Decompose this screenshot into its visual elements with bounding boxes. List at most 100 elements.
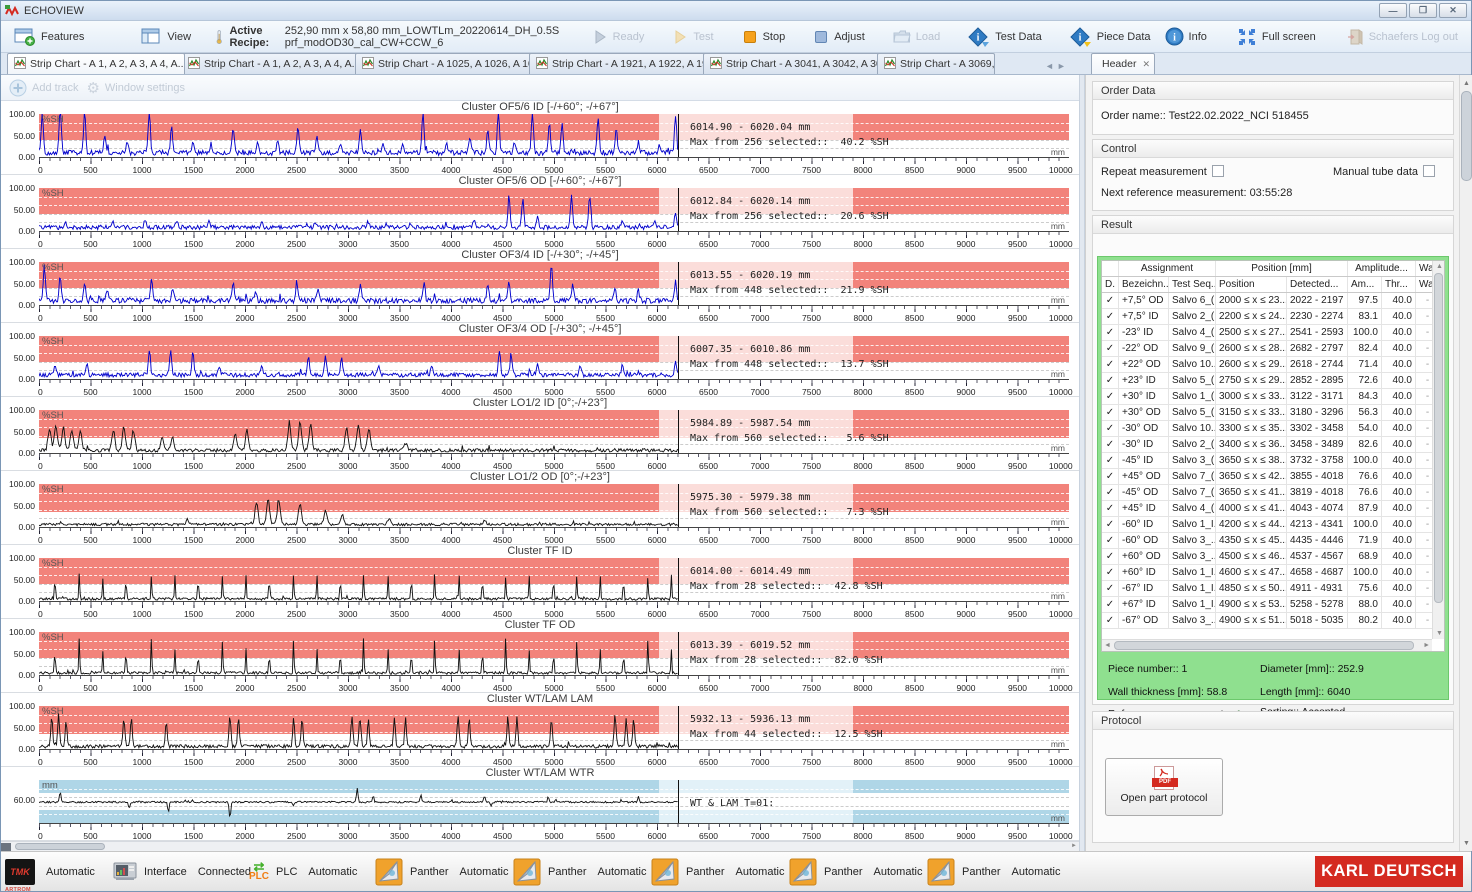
open-part-protocol-button[interactable]: PDF Open part protocol	[1105, 758, 1223, 816]
table-row[interactable]: ✓-60° IDSalvo 1_I...4200 ≤ x ≤ 44...4213…	[1102, 517, 1444, 533]
tab-scroll-left-icon[interactable]: ◄	[1045, 61, 1054, 71]
chart-plot-area[interactable]: 6014.00 - 6014.49 mm Max from 28 selecte…	[39, 558, 1069, 601]
table-row[interactable]: ✓-45° ODSalvo 7_(...3650 ≤ x ≤ 41...3819…	[1102, 485, 1444, 501]
chart-plot-area[interactable]: 6013.55 - 6020.19 mm Max from 448 select…	[39, 262, 1069, 305]
row-checkbox[interactable]: ✓	[1102, 373, 1119, 388]
restore-button[interactable]: ❐	[1409, 3, 1437, 18]
row-checkbox[interactable]: ✓	[1102, 533, 1119, 548]
table-row[interactable]: ✓+30° IDSalvo 1_(...3000 ≤ x ≤ 33...3122…	[1102, 389, 1444, 405]
x-axis-label: 4500	[493, 387, 512, 397]
row-checkbox[interactable]: ✓	[1102, 565, 1119, 580]
row-checkbox[interactable]: ✓	[1102, 309, 1119, 324]
test-data-button[interactable]: iTest Data	[961, 24, 1048, 50]
view-button[interactable]: View	[133, 24, 198, 49]
scroll-down-icon[interactable]: ▼	[1436, 630, 1443, 637]
row-checkbox[interactable]: ✓	[1102, 517, 1119, 532]
table-row[interactable]: ✓-22° ODSalvo 9_(...2600 ≤ x ≤ 28...2682…	[1102, 341, 1444, 357]
scroll-down-icon[interactable]: ▼	[1460, 836, 1472, 850]
chart-plot-area[interactable]: 6013.39 - 6019.52 mm Max from 28 selecte…	[39, 632, 1069, 675]
table-row[interactable]: ✓-45° IDSalvo 3_(...3650 ≤ x ≤ 38...3732…	[1102, 453, 1444, 469]
table-row[interactable]: ✓-30° ODSalvo 10...3300 ≤ x ≤ 35...3302 …	[1102, 421, 1444, 437]
table-row[interactable]: ✓+45° IDSalvo 4_(...4000 ≤ x ≤ 41...4043…	[1102, 501, 1444, 517]
ready-button[interactable]: Ready	[585, 26, 652, 48]
table-row[interactable]: ✓-60° ODSalvo 3_...4350 ≤ x ≤ 45...4435 …	[1102, 533, 1444, 549]
table-row[interactable]: ✓-30° IDSalvo 2_(...3400 ≤ x ≤ 36...3458…	[1102, 437, 1444, 453]
row-checkbox[interactable]: ✓	[1102, 501, 1119, 516]
tab-strip-chart-6[interactable]: Strip Chart - A 3069, A 3070, A	[877, 53, 995, 74]
manual-tube-data-checkbox[interactable]	[1423, 165, 1435, 177]
table-row[interactable]: ✓-67° IDSalvo 1_I...4850 ≤ x ≤ 50...4911…	[1102, 581, 1444, 597]
close-button[interactable]: ✕	[1439, 3, 1467, 18]
x-axis-label: 3500	[390, 165, 409, 175]
table-row[interactable]: ✓+22° ODSalvo 10...2600 ≤ x ≤ 29...2618 …	[1102, 357, 1444, 373]
x-axis-label: 4000	[442, 461, 461, 471]
chart-plot-area[interactable]: 6007.35 - 6010.86 mm Max from 448 select…	[39, 336, 1069, 379]
piece-data-button[interactable]: iPiece Data	[1063, 24, 1158, 50]
table-row[interactable]: ✓-67° ODSalvo 3_...4900 ≤ x ≤ 51...5018 …	[1102, 613, 1444, 629]
chart-plot-area[interactable]: 5932.13 - 5936.13 mm Max from 44 selecte…	[39, 706, 1069, 749]
scroll-up-icon[interactable]: ▲	[1436, 263, 1443, 270]
table-row[interactable]: ✓+60° ODSalvo 3_...4500 ≤ x ≤ 46...4537 …	[1102, 549, 1444, 565]
tab-strip-chart-2[interactable]: Strip Chart - A 1, A 2, A 3, A 4, A...✕	[181, 53, 359, 74]
test-button[interactable]: Test	[665, 26, 720, 48]
chart-plot-area[interactable]: 5984.89 - 5987.54 mm Max from 560 select…	[39, 410, 1069, 453]
chart-plot-area[interactable]: 6014.90 - 6020.04 mm Max from 256 select…	[39, 114, 1069, 157]
table-row[interactable]: ✓+45° ODSalvo 7_(...3650 ≤ x ≤ 42...3855…	[1102, 469, 1444, 485]
minimize-button[interactable]: —	[1379, 3, 1407, 18]
row-checkbox[interactable]: ✓	[1102, 357, 1119, 372]
chart-plot-area[interactable]: 5975.30 - 5979.38 mm Max from 560 select…	[39, 484, 1069, 527]
tab-strip-chart-4[interactable]: Strip Chart - A 1921, A 1922, A 192...✕	[529, 53, 707, 74]
table-row[interactable]: ✓+30° ODSalvo 5_(...3150 ≤ x ≤ 33...3180…	[1102, 405, 1444, 421]
tab-strip-chart-1[interactable]: Strip Chart - A 1, A 2, A 3, A 4, A...✕	[7, 53, 185, 74]
chart-horizontal-scrollbar[interactable]: ◄ ►	[1, 841, 1079, 851]
row-checkbox[interactable]: ✓	[1102, 549, 1119, 564]
table-cell: Salvo 6_(...	[1169, 293, 1216, 308]
table-row[interactable]: ✓+23° IDSalvo 5_(...2750 ≤ x ≤ 29...2852…	[1102, 373, 1444, 389]
row-checkbox[interactable]: ✓	[1102, 405, 1119, 420]
table-row[interactable]: ✓-23° IDSalvo 4_(...2500 ≤ x ≤ 27...2541…	[1102, 325, 1444, 341]
row-checkbox[interactable]: ✓	[1102, 389, 1119, 404]
row-checkbox[interactable]: ✓	[1102, 597, 1119, 612]
row-checkbox[interactable]: ✓	[1102, 325, 1119, 340]
repeat-measurement-checkbox[interactable]	[1212, 165, 1224, 177]
table-row[interactable]: ✓+7,5° IDSalvo 2_(...2200 ≤ x ≤ 24...223…	[1102, 309, 1444, 325]
tab-header[interactable]: Header ✕	[1091, 53, 1155, 74]
result-table-hscrollbar[interactable]: ◄ ►	[1102, 639, 1432, 651]
table-row[interactable]: ✓+60° IDSalvo 1_I...4600 ≤ x ≤ 47...4658…	[1102, 565, 1444, 581]
row-checkbox[interactable]: ✓	[1102, 453, 1119, 468]
scroll-right-icon[interactable]: ►	[1071, 842, 1077, 851]
table-row[interactable]: ✓+67° IDSalvo 1_I...4900 ≤ x ≤ 53...5258…	[1102, 597, 1444, 613]
stop-button[interactable]: Stop	[735, 26, 793, 48]
row-checkbox[interactable]: ✓	[1102, 581, 1119, 596]
row-checkbox[interactable]: ✓	[1102, 485, 1119, 500]
tab-strip-chart-3[interactable]: Strip Chart - A 1025, A 1026, A 102...✕	[355, 53, 533, 74]
result-table-vscrollbar[interactable]: ▲ ▼	[1432, 261, 1444, 639]
scroll-right-icon[interactable]: ►	[1423, 642, 1430, 649]
row-checkbox[interactable]: ✓	[1102, 469, 1119, 484]
row-checkbox[interactable]: ✓	[1102, 437, 1119, 452]
row-checkbox[interactable]: ✓	[1102, 613, 1119, 628]
full-screen-button[interactable]: Full screen	[1230, 24, 1323, 50]
hscroll-thumb[interactable]	[15, 843, 105, 850]
features-button[interactable]: Features	[7, 24, 91, 49]
tab-scroll-right-icon[interactable]: ►	[1057, 61, 1066, 71]
schaefers-log-out-button[interactable]: Schaefers Log out	[1339, 25, 1465, 49]
row-checkbox[interactable]: ✓	[1102, 421, 1119, 436]
tab-strip-chart-5[interactable]: Strip Chart - A 3041, A 3042, A 304...✕	[703, 53, 881, 74]
row-checkbox[interactable]: ✓	[1102, 341, 1119, 356]
adjust-button[interactable]: Adjust	[806, 26, 872, 48]
window-settings-button[interactable]: ⚙ Window settings	[86, 79, 185, 97]
row-checkbox[interactable]: ✓	[1102, 293, 1119, 308]
result-table[interactable]: AssignmentPosition [mm]Amplitude...Wall …	[1101, 260, 1445, 652]
scroll-up-icon[interactable]: ▲	[1460, 76, 1472, 90]
chart-plot-area[interactable]: WT & LAM T=01:mmmm	[39, 780, 1069, 823]
tab-close-icon[interactable]: ✕	[1142, 59, 1150, 70]
panel-vertical-scrollbar[interactable]: ▲ ▼	[1459, 75, 1472, 851]
add-track-button[interactable]: Add track	[9, 79, 78, 97]
scroll-left-icon[interactable]: ◄	[1104, 642, 1111, 649]
info-button[interactable]: iInfo	[1158, 24, 1214, 49]
table-row[interactable]: ✓+7,5° ODSalvo 6_(...2000 ≤ x ≤ 23...202…	[1102, 293, 1444, 309]
chart-plot-area[interactable]: 6012.84 - 6020.14 mm Max from 256 select…	[39, 188, 1069, 231]
load-button[interactable]: Load	[886, 26, 947, 47]
x-axis-label: 9000	[957, 683, 976, 693]
